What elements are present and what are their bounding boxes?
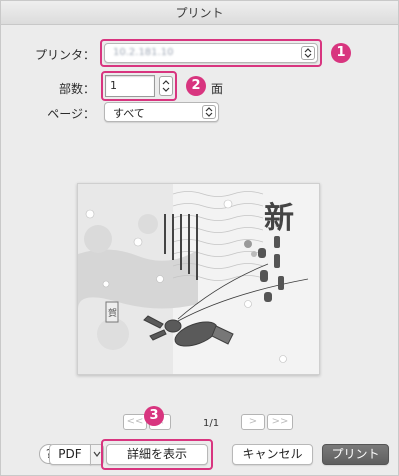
printer-highlight	[100, 39, 322, 67]
pages-label: ページ：	[47, 107, 95, 121]
print-button[interactable]: プリント	[322, 444, 389, 465]
annotation-badge-2: 2	[186, 76, 206, 96]
nengajo-card-image: 賀 新	[78, 184, 319, 374]
next-page-button[interactable]: >	[241, 414, 265, 430]
pages-value: すべて	[113, 107, 145, 120]
copies-highlight	[101, 71, 177, 101]
svg-text:賀: 賀	[108, 307, 117, 319]
copies-unit: 面	[211, 82, 224, 96]
details-highlight	[101, 439, 213, 470]
cancel-button[interactable]: キャンセル	[232, 444, 313, 465]
pages-popup[interactable]: すべて	[104, 102, 219, 122]
svg-text:新: 新	[264, 201, 294, 236]
print-dialog: プリント プリンタ： 10.2.181.10 1 部数： 1 2 面 ページ： …	[0, 0, 399, 476]
last-page-button[interactable]: >>	[267, 414, 293, 430]
pdf-button[interactable]: PDF	[49, 444, 91, 465]
annotation-badge-3: 3	[144, 406, 164, 426]
copies-label: 部数：	[58, 82, 95, 96]
page-preview: 賀 新	[77, 183, 320, 375]
chevron-down-icon	[93, 451, 101, 457]
popup-arrows-icon	[202, 105, 216, 119]
page-indicator: 1/1	[203, 418, 220, 429]
annotation-badge-1: 1	[331, 43, 351, 63]
window-title: プリント	[1, 1, 398, 25]
printer-label: プリンタ：	[34, 48, 95, 62]
